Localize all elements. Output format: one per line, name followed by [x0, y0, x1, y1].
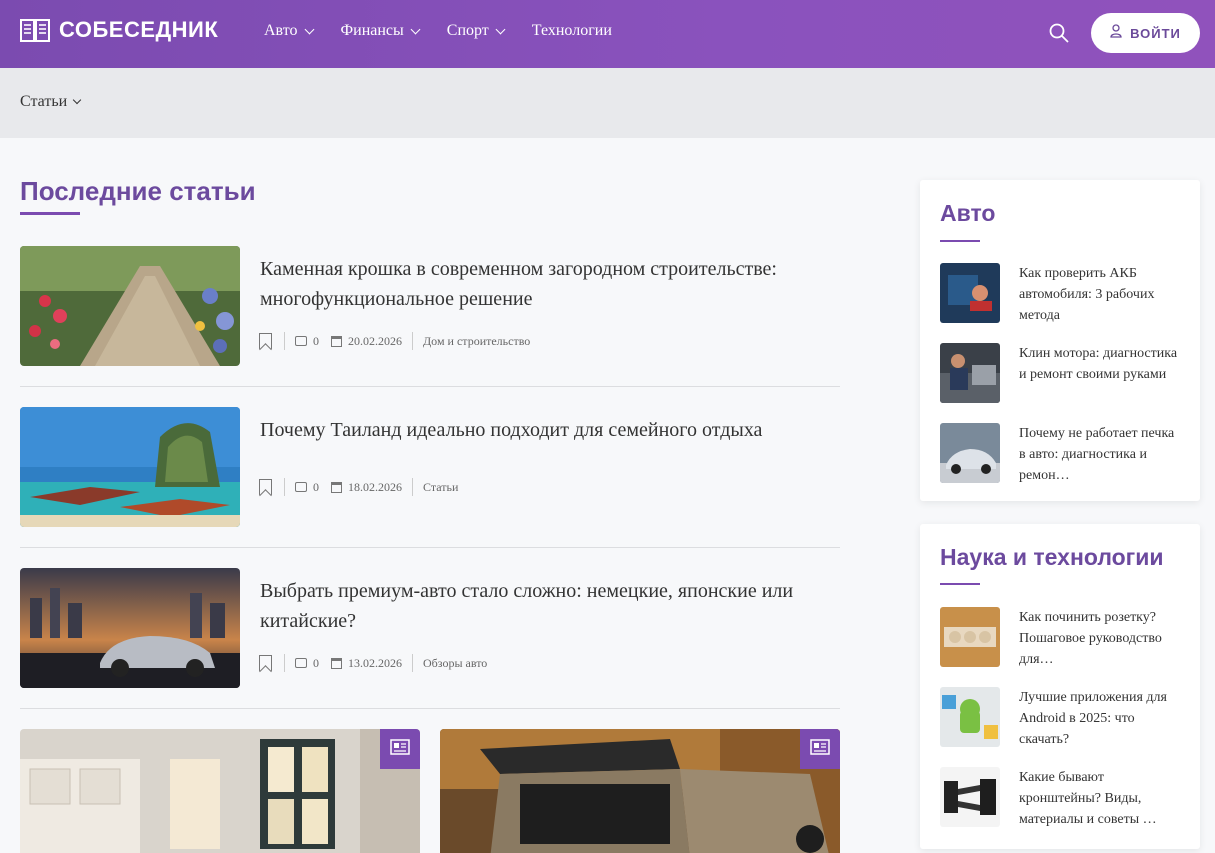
login-label: ВОЙТИ — [1130, 25, 1181, 41]
article-category[interactable]: Обзоры авто — [423, 656, 487, 671]
comment-count: 0 — [313, 655, 319, 670]
article-image[interactable] — [20, 568, 240, 688]
article-meta: 0 13.02.2026 Обзоры авто — [259, 654, 487, 672]
article-category[interactable]: Дом и строительство — [423, 334, 530, 349]
nav-label: Технологии — [531, 22, 612, 39]
comment-icon — [295, 658, 307, 668]
main-nav: Авто Финансы Спорт Технологии — [264, 22, 640, 40]
comment-count: 0 — [313, 479, 319, 494]
divider — [412, 332, 413, 350]
subnav-label: Статьи — [20, 93, 68, 110]
sidebar-widget-nauka: Наука и технологии Как починить розетку?… — [920, 524, 1200, 849]
article-title[interactable]: Каменная крошка в современном загородном… — [260, 254, 845, 314]
book-icon — [20, 17, 50, 43]
widget-item-title: Как проверить АКБ автомобиля: 3 рабочих … — [1019, 266, 1155, 323]
comment-count: 0 — [313, 333, 319, 348]
widget-item-title: Как починить розетку? Пошаговое руководс… — [1019, 610, 1162, 667]
comment-icon — [295, 336, 307, 346]
bookmark-icon[interactable] — [259, 333, 272, 349]
widget-item[interactable]: Клин мотора: диагностика и ремонт своими… — [940, 343, 1185, 405]
divider — [284, 332, 285, 350]
article-date: 13.02.2026 — [348, 655, 402, 670]
sidebar-widget-avto: Авто Как проверить АКБ автомобиля: 3 раб… — [920, 180, 1200, 501]
nav-item-finansy[interactable]: Финансы — [340, 22, 421, 40]
widget-title: Наука и технологии — [940, 544, 1164, 570]
widget-item-image — [940, 263, 1000, 323]
chevron-down-icon — [410, 24, 421, 34]
widget-title-underline — [940, 583, 980, 585]
calendar-icon — [331, 481, 342, 493]
widget-item[interactable]: Почему не работает печка в авто: диагнос… — [940, 423, 1185, 485]
nav-label: Финансы — [340, 22, 404, 39]
article-divider — [20, 386, 840, 387]
widget-item-image — [940, 767, 1000, 827]
newspaper-icon — [810, 738, 830, 760]
divider — [284, 654, 285, 672]
nav-item-avto[interactable]: Авто — [264, 22, 314, 40]
article-divider — [20, 708, 840, 709]
article-title[interactable]: Почему Таиланд идеально подходит для сем… — [260, 415, 845, 445]
widget-item-image — [940, 343, 1000, 403]
widget-title: Авто — [940, 200, 996, 226]
nav-item-tekhnologii[interactable]: Технологии — [532, 22, 612, 40]
bookmark-icon[interactable] — [259, 655, 272, 671]
divider — [412, 654, 413, 672]
article-image[interactable] — [20, 407, 240, 527]
widget-item-title: Лучшие приложения для Android в 2025: чт… — [1019, 690, 1167, 747]
sub-navigation: Статьи — [0, 68, 1215, 138]
widget-item-image — [940, 423, 1000, 483]
widget-title-underline — [940, 240, 980, 242]
article-item: Выбрать премиум-авто стало сложно: немец… — [20, 568, 840, 688]
article-meta: 0 18.02.2026 Статьи — [259, 478, 458, 496]
article-title[interactable]: Выбрать премиум-авто стало сложно: немец… — [260, 576, 845, 636]
login-button[interactable]: ВОЙТИ — [1091, 13, 1200, 53]
nav-label: Авто — [264, 22, 298, 39]
widget-item-title: Какие бывают кронштейны? Виды, материалы… — [1019, 770, 1157, 827]
widget-item-title: Клин мотора: диагностика и ремонт своими… — [1019, 346, 1178, 382]
article-divider — [20, 547, 840, 548]
widget-item-title: Почему не работает печка в авто: диагнос… — [1019, 426, 1175, 483]
user-icon — [1110, 23, 1122, 43]
chevron-down-icon — [495, 24, 506, 34]
subnav-item-stati[interactable]: Статьи — [20, 93, 82, 111]
nav-item-sport[interactable]: Спорт — [446, 22, 506, 40]
chevron-down-icon — [304, 24, 314, 34]
article-item: Почему Таиланд идеально подходит для сем… — [20, 407, 840, 527]
site-header: СОБЕСЕДНИК Авто Финансы Спорт Технологии — [0, 0, 1215, 68]
site-logo[interactable]: СОБЕСЕДНИК — [20, 17, 218, 43]
widget-item[interactable]: Как починить розетку? Пошаговое руководс… — [940, 607, 1185, 669]
article-date: 20.02.2026 — [348, 333, 402, 348]
widget-item[interactable]: Лучшие приложения для Android в 2025: чт… — [940, 687, 1185, 749]
calendar-icon — [331, 335, 342, 347]
news-badge — [800, 729, 840, 769]
bookmark-icon[interactable] — [259, 479, 272, 495]
article-image[interactable] — [20, 246, 240, 366]
article-card[interactable] — [440, 729, 840, 853]
divider — [284, 478, 285, 496]
title-underline — [20, 212, 80, 215]
widget-item[interactable]: Какие бывают кронштейны? Виды, материалы… — [940, 767, 1185, 829]
comment-icon — [295, 482, 307, 492]
newspaper-icon — [390, 738, 410, 760]
widget-item[interactable]: Как проверить АКБ автомобиля: 3 рабочих … — [940, 263, 1185, 325]
article-item: Каменная крошка в современном загородном… — [20, 246, 840, 366]
divider — [412, 478, 413, 496]
calendar-icon — [331, 657, 342, 669]
widget-item-image — [940, 687, 1000, 747]
search-icon[interactable] — [1049, 23, 1069, 43]
news-badge — [380, 729, 420, 769]
logo-text: СОБЕСЕДНИК — [59, 17, 219, 42]
article-date: 18.02.2026 — [348, 479, 402, 494]
article-card[interactable] — [20, 729, 420, 853]
section-title: Последние статьи — [20, 176, 256, 206]
widget-item-image — [940, 607, 1000, 667]
chevron-down-icon — [72, 95, 82, 105]
article-meta: 0 20.02.2026 Дом и строительство — [259, 332, 530, 350]
article-category[interactable]: Статьи — [423, 480, 458, 495]
nav-label: Спорт — [446, 22, 489, 39]
